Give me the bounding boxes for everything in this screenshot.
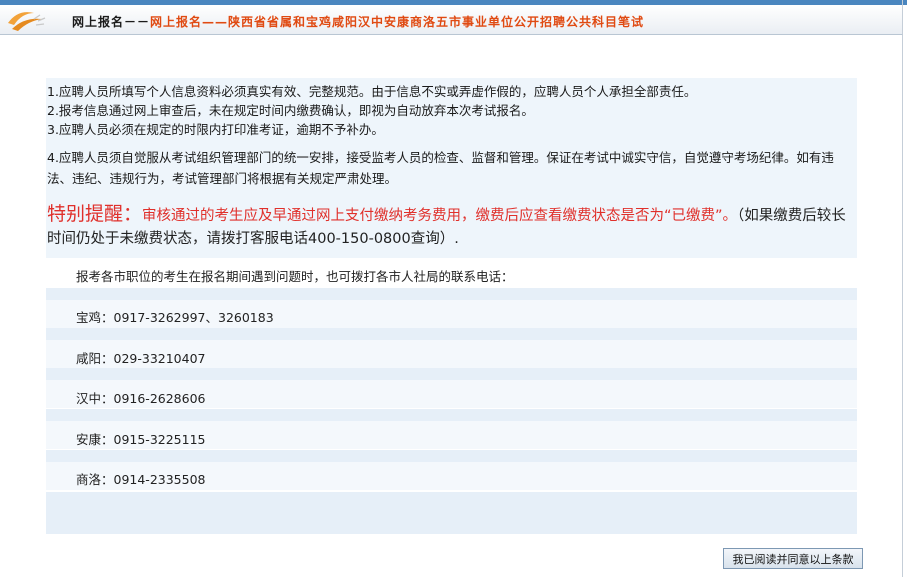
contact-shangluo: 商洛：0914-2335508	[76, 472, 206, 487]
notice-item-3: 3.应聘人员必须在规定的时限内打印准考证，逾期不予补办。	[47, 122, 384, 137]
contacts-intro: 报考各市职位的考生在报名期间遇到问题时，也可拨打各市人社局的联系电话：	[76, 269, 514, 284]
page-header: 网上报名－－网上报名——陕西省省属和宝鸡咸阳汉中安康商洛五市事业单位公开招聘公共…	[0, 5, 903, 35]
special-reminder-text: 审核通过的考生应及早通过网上支付缴纳考务费用，缴费后应查看缴费状态是否为“已缴费…	[142, 208, 738, 224]
notice-item-1: 1.应聘人员所填写个人信息资料必须真实有效、完整规范。由于信息不实或弄虚作假的，…	[47, 84, 697, 99]
header-title: 网上报名－－网上报名——陕西省省属和宝鸡咸阳汉中安康商洛五市事业单位公开招聘公共…	[72, 13, 644, 30]
row-divider	[46, 409, 857, 421]
contact-baoji: 宝鸡：0917-3262997、3260183	[76, 310, 274, 325]
special-reminder-label: 特别提醒：	[47, 203, 143, 225]
footer-panel	[46, 492, 857, 534]
contact-hanzhong: 汉中：0916-2628606	[76, 391, 206, 406]
row-divider	[46, 368, 857, 380]
row-divider	[46, 450, 857, 462]
special-reminder: 特别提醒：审核通过的考生应及早通过网上支付缴纳考务费用，缴费后应查看缴费状态是否…	[47, 203, 855, 251]
contact-ankang: 安康：0915-3225115	[76, 432, 206, 447]
header-exam-title: 网上报名——陕西省省属和宝鸡咸阳汉中安康商洛五市事业单位公开招聘公共科目笔试	[150, 15, 645, 29]
right-border	[902, 0, 903, 577]
row-divider	[46, 328, 857, 340]
contact-xianyang: 咸阳：029-33210407	[76, 351, 206, 366]
swoosh-logo-icon	[8, 12, 46, 31]
notice-item-2: 2.报考信息通过网上审查后，未在规定时间内缴费确认，即视为自动放弃本次考试报名。	[47, 103, 534, 118]
header-section: 网上报名－－	[72, 15, 151, 29]
agree-terms-button[interactable]: 我已阅读并同意以上条款	[723, 548, 863, 569]
row-divider	[46, 288, 857, 300]
notice-item-4: 4.应聘人员须自觉服从考试组织管理部门的统一安排，接受监考人员的检查、监督和管理…	[47, 150, 834, 186]
